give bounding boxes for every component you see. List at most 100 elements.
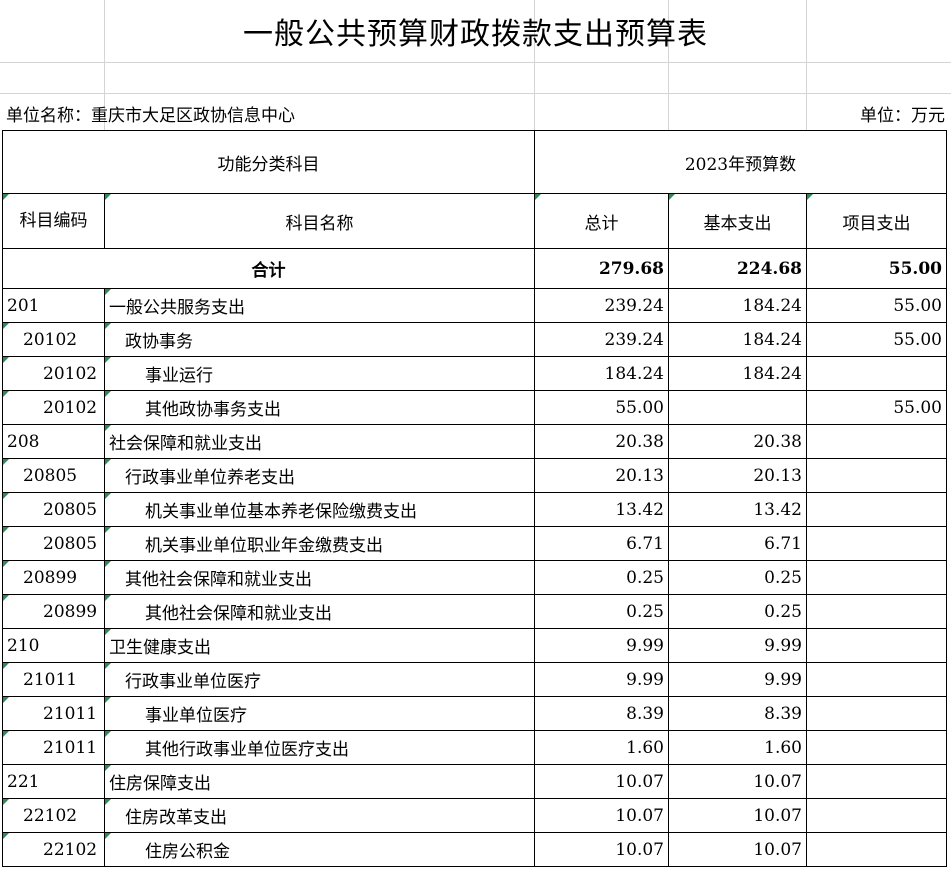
total-label[interactable]: 合计: [2, 248, 535, 289]
total-cell[interactable]: 55.00: [534, 390, 669, 425]
total-cell[interactable]: 20.13: [534, 458, 669, 493]
total-cell[interactable]: 239.24: [534, 288, 669, 323]
total-basic[interactable]: 224.68: [668, 248, 807, 289]
header-budget-year[interactable]: 2023年预算数: [534, 130, 947, 194]
table-row: 20102 政协事务 239.24 184.24 55.00: [2, 322, 947, 357]
basic-cell[interactable]: 0.25: [668, 560, 807, 595]
project-cell[interactable]: [806, 560, 947, 595]
basic-cell[interactable]: 20.13: [668, 458, 807, 493]
project-cell[interactable]: [806, 628, 947, 663]
name-cell[interactable]: 住房保障支出: [104, 764, 535, 799]
project-cell[interactable]: [806, 526, 947, 561]
total-cell[interactable]: 6.71: [534, 526, 669, 561]
name-cell[interactable]: 住房公积金: [104, 832, 535, 867]
header-code[interactable]: 科目编码: [2, 193, 105, 249]
code-cell[interactable]: 20899: [2, 560, 105, 595]
total-cell[interactable]: 9.99: [534, 662, 669, 697]
total-cell[interactable]: 0.25: [534, 560, 669, 595]
project-cell[interactable]: [806, 832, 947, 867]
basic-cell[interactable]: 13.42: [668, 492, 807, 527]
code-cell[interactable]: 22102: [2, 832, 105, 867]
header-basic[interactable]: 基本支出: [668, 193, 807, 249]
total-cell[interactable]: 20.38: [534, 424, 669, 459]
project-cell[interactable]: [806, 764, 947, 799]
code-cell[interactable]: 20102: [2, 390, 105, 425]
name-cell[interactable]: 其他社会保障和就业支出: [104, 560, 535, 595]
code-cell[interactable]: 20102: [2, 356, 105, 391]
name-cell[interactable]: 其他社会保障和就业支出: [104, 594, 535, 629]
project-cell[interactable]: 55.00: [806, 288, 947, 323]
code-cell[interactable]: 22102: [2, 798, 105, 833]
project-cell[interactable]: [806, 424, 947, 459]
basic-cell[interactable]: 184.24: [668, 322, 807, 357]
basic-cell[interactable]: 20.38: [668, 424, 807, 459]
total-sum[interactable]: 279.68: [534, 248, 669, 289]
basic-cell[interactable]: 184.24: [668, 288, 807, 323]
total-cell[interactable]: 10.07: [534, 798, 669, 833]
basic-cell[interactable]: 10.07: [668, 832, 807, 867]
name-cell[interactable]: 机关事业单位基本养老保险缴费支出: [104, 492, 535, 527]
header-name[interactable]: 科目名称: [104, 193, 535, 249]
name-cell[interactable]: 机关事业单位职业年金缴费支出: [104, 526, 535, 561]
header-total[interactable]: 总计: [534, 193, 669, 249]
code-cell[interactable]: 21011: [2, 662, 105, 697]
name-cell[interactable]: 住房改革支出: [104, 798, 535, 833]
code-cell[interactable]: 20805: [2, 492, 105, 527]
code-cell[interactable]: 20805: [2, 458, 105, 493]
code-cell[interactable]: 21011: [2, 696, 105, 731]
basic-cell[interactable]: 0.25: [668, 594, 807, 629]
basic-cell[interactable]: 9.99: [668, 662, 807, 697]
basic-cell[interactable]: 9.99: [668, 628, 807, 663]
total-cell[interactable]: 239.24: [534, 322, 669, 357]
project-cell[interactable]: [806, 662, 947, 697]
total-cell[interactable]: 184.24: [534, 356, 669, 391]
project-cell[interactable]: [806, 594, 947, 629]
project-cell[interactable]: [806, 458, 947, 493]
basic-cell[interactable]: [668, 390, 807, 425]
name-cell[interactable]: 行政事业单位养老支出: [104, 458, 535, 493]
code-cell[interactable]: 208: [2, 424, 105, 459]
name-cell[interactable]: 一般公共服务支出: [104, 288, 535, 323]
name-cell[interactable]: 其他政协事务支出: [104, 390, 535, 425]
code-cell[interactable]: 20899: [2, 594, 105, 629]
basic-cell[interactable]: 1.60: [668, 730, 807, 765]
basic-cell[interactable]: 8.39: [668, 696, 807, 731]
total-project[interactable]: 55.00: [806, 248, 947, 289]
code-cell[interactable]: 201: [2, 288, 105, 323]
header-row-group: 功能分类科目 2023年预算数: [2, 130, 947, 194]
code-cell[interactable]: 210: [2, 628, 105, 663]
total-cell[interactable]: 8.39: [534, 696, 669, 731]
total-cell[interactable]: 10.07: [534, 832, 669, 867]
basic-cell[interactable]: 10.07: [668, 798, 807, 833]
project-cell[interactable]: 55.00: [806, 390, 947, 425]
name-cell[interactable]: 卫生健康支出: [104, 628, 535, 663]
header-project[interactable]: 项目支出: [806, 193, 947, 249]
name-cell[interactable]: 社会保障和就业支出: [104, 424, 535, 459]
project-cell[interactable]: [806, 798, 947, 833]
basic-cell[interactable]: 6.71: [668, 526, 807, 561]
basic-cell[interactable]: 10.07: [668, 764, 807, 799]
total-cell[interactable]: 9.99: [534, 628, 669, 663]
table-row: 20805 机关事业单位职业年金缴费支出 6.71 6.71: [2, 526, 947, 561]
project-cell[interactable]: [806, 356, 947, 391]
name-cell[interactable]: 事业单位医疗: [104, 696, 535, 731]
code-cell[interactable]: 20102: [2, 322, 105, 357]
total-cell[interactable]: 10.07: [534, 764, 669, 799]
total-cell[interactable]: 0.25: [534, 594, 669, 629]
basic-cell[interactable]: 184.24: [668, 356, 807, 391]
name-cell[interactable]: 其他行政事业单位医疗支出: [104, 730, 535, 765]
total-cell[interactable]: 13.42: [534, 492, 669, 527]
total-cell[interactable]: 1.60: [534, 730, 669, 765]
code-cell[interactable]: 21011: [2, 730, 105, 765]
project-cell[interactable]: [806, 730, 947, 765]
project-cell[interactable]: [806, 696, 947, 731]
name-cell[interactable]: 事业运行: [104, 356, 535, 391]
table-row: 20805 行政事业单位养老支出 20.13 20.13: [2, 458, 947, 493]
project-cell[interactable]: 55.00: [806, 322, 947, 357]
name-cell[interactable]: 政协事务: [104, 322, 535, 357]
header-function-category[interactable]: 功能分类科目: [2, 130, 535, 194]
code-cell[interactable]: 20805: [2, 526, 105, 561]
name-cell[interactable]: 行政事业单位医疗: [104, 662, 535, 697]
code-cell[interactable]: 221: [2, 764, 105, 799]
project-cell[interactable]: [806, 492, 947, 527]
